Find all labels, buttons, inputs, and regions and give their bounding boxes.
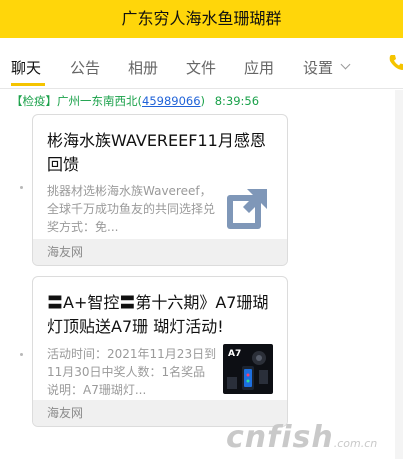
message-bullet <box>20 353 23 356</box>
tab-chat[interactable]: 聊天 <box>11 57 41 78</box>
message-time: 8:39:56 <box>214 94 260 108</box>
tab-announcements[interactable]: 公告 <box>70 57 100 78</box>
qq-number-link[interactable]: 45989066 <box>142 94 201 108</box>
system-message: 【检疫】广州一东南西北(45989066) 8:39:56 <box>11 93 259 109</box>
card-description: 挑器材选彬海水族Wavereef，全球千万成功鱼友的共同选择兑奖方式：免... <box>47 184 216 234</box>
card-title: 彬海水族WAVEREEF11月感恩回馈 <box>47 131 266 174</box>
thumb-label: A7 <box>228 349 241 359</box>
system-message-suffix: ) <box>200 94 206 108</box>
message-bullet <box>20 186 23 189</box>
tab-settings[interactable]: 设置 <box>303 57 333 78</box>
a7-lamp-thumbnail: A7 <box>223 344 273 394</box>
tabs-divider <box>0 88 403 89</box>
card-source: 海友网 <box>33 239 287 265</box>
card-description: 活动时间：2021年11月23日到11月30日中奖人数：1名奖品说明：A7珊瑚灯… <box>47 347 217 397</box>
share-link-icon <box>223 185 271 233</box>
window-title: 广东穷人海水鱼珊瑚群 <box>0 0 403 38</box>
site-watermark: cnfish.com.cn <box>226 420 377 455</box>
system-message-prefix: 【检疫】广州一东南西北( <box>11 94 142 108</box>
phone-icon[interactable] <box>388 53 403 71</box>
watermark-text: cnfish <box>226 420 334 455</box>
card-title: 〓A+智控〓第十六期》A7珊瑚灯顶贴送A7珊 瑚灯活动! <box>47 293 269 336</box>
link-card[interactable]: 彬海水族WAVEREEF11月感恩回馈 挑器材选彬海水族Wavereef，全球千… <box>32 114 288 266</box>
watermark-suffix: .com.cn <box>333 437 378 450</box>
tab-apps[interactable]: 应用 <box>244 57 274 78</box>
tab-files[interactable]: 文件 <box>186 57 216 78</box>
scrollbar-track[interactable] <box>395 90 403 459</box>
active-tab-indicator <box>11 83 45 86</box>
tab-album[interactable]: 相册 <box>128 57 158 78</box>
link-card[interactable]: 〓A+智控〓第十六期》A7珊瑚灯顶贴送A7珊 瑚灯活动! 活动时间：2021年1… <box>32 276 288 427</box>
